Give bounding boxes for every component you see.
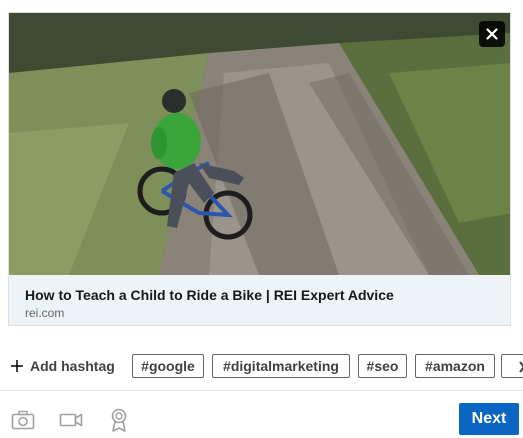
hashtag-scroll-button[interactable] — [501, 354, 523, 378]
camera-icon — [11, 410, 35, 430]
close-preview-button[interactable] — [479, 21, 505, 47]
hashtag-bar: Add hashtag #google #digitalmarketing #s… — [0, 348, 523, 384]
toolbar-divider — [0, 390, 523, 391]
hashtag-chip-seo[interactable]: #seo — [358, 354, 407, 378]
plus-icon — [11, 360, 23, 372]
hashtag-chip-google[interactable]: #google — [132, 354, 204, 378]
close-icon — [486, 28, 498, 40]
celebrate-button[interactable] — [107, 408, 131, 432]
award-icon — [111, 408, 127, 432]
link-title[interactable]: How to Teach a Child to Ride a Bike | RE… — [25, 287, 496, 304]
add-hashtag-button[interactable]: Add hashtag — [10, 354, 115, 378]
next-button[interactable]: Next — [459, 403, 519, 435]
link-preview-card[interactable]: How to Teach a Child to Ride a Bike | RE… — [8, 12, 511, 326]
add-video-button[interactable] — [59, 408, 83, 432]
add-hashtag-label: Add hashtag — [30, 358, 115, 374]
hashtag-chip-amazon[interactable]: #amazon — [415, 354, 495, 378]
chevron-right-icon — [519, 361, 523, 373]
hashtag-chip-digitalmarketing[interactable]: #digitalmarketing — [212, 354, 350, 378]
add-photo-button[interactable] — [11, 408, 35, 432]
preview-image — [9, 13, 510, 275]
preview-photo-illustration — [9, 13, 510, 275]
link-info[interactable]: How to Teach a Child to Ride a Bike | RE… — [9, 275, 510, 325]
video-icon — [59, 413, 83, 427]
link-domain: rei.com — [25, 306, 65, 320]
